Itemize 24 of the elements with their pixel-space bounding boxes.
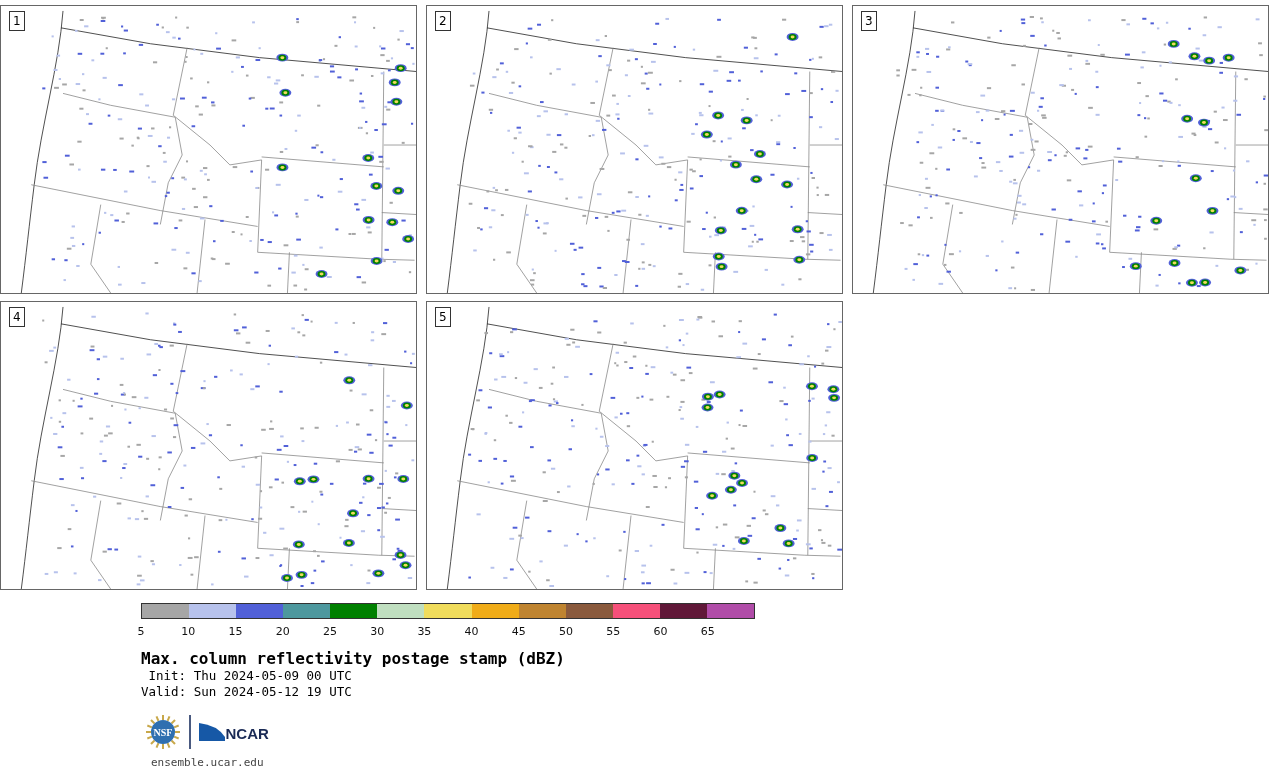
valid-time: Valid: Sun 2024-05-12 19 UTC: [141, 684, 353, 700]
panel-number-label: 1: [9, 11, 25, 31]
scale-tick-label: 60: [653, 625, 668, 638]
scale-tick-label: 50: [559, 625, 574, 638]
site-url: ensemble.ucar.edu: [151, 756, 265, 769]
chart-title: Max. column reflectivity postage stamp (dBZ): [141, 649, 566, 668]
scale-tick-label: 35: [417, 625, 432, 638]
scale-tick-label: 15: [228, 625, 243, 638]
scale-tick-label: 25: [322, 625, 337, 638]
scale-tick-label: 55: [606, 625, 621, 638]
ncar-logo: NCAR: [198, 723, 269, 741]
scale-tick-label: 65: [700, 625, 715, 638]
panel-number-label: 3: [861, 11, 877, 31]
panel-number-label: 4: [9, 307, 25, 327]
panel-number-label: 2: [435, 11, 451, 31]
scale-tick-label: 10: [181, 625, 196, 638]
scale-tick-label: 5: [137, 625, 145, 638]
scale-tick-label: 40: [464, 625, 479, 638]
panel-number-label: 5: [435, 307, 451, 327]
init-time: Init: Thu 2024-05-09 00 UTC: [147, 668, 353, 684]
nsf-logo: NSF: [145, 714, 181, 750]
scale-tick-label: 45: [511, 625, 526, 638]
scale-tick-label: 30: [370, 625, 385, 638]
scale-tick-label: 20: [275, 625, 290, 638]
